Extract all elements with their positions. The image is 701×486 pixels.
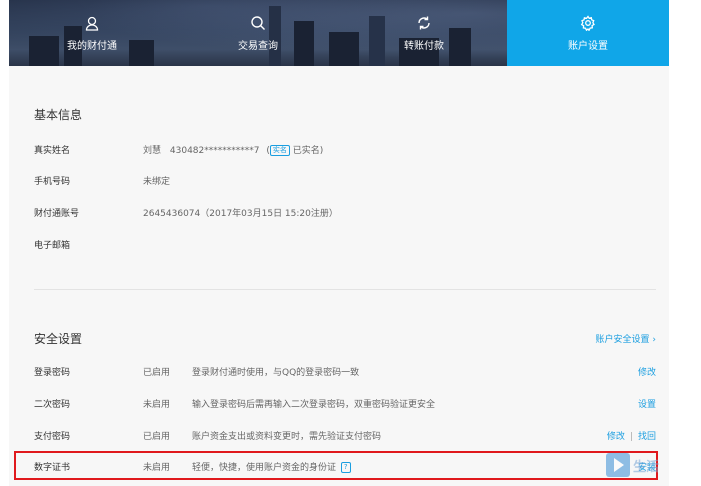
set-second-password-link[interactable]: 设置 — [638, 400, 656, 410]
security-row-label: 二次密码 — [34, 400, 71, 410]
verified-text: 已实名 — [292, 146, 320, 156]
nav-label: 交易查询 — [238, 40, 278, 52]
account-label: 财付通账号 — [34, 209, 80, 219]
op-separator: | — [629, 432, 633, 442]
status-text: 未启用 — [143, 400, 171, 410]
nav-label: 账户设置 — [568, 40, 608, 52]
login-password-row: 登录密码 已启用 登录财付通时使用，与QQ的登录密码一致 修改 — [34, 365, 656, 385]
security-row-label: 支付密码 — [34, 432, 71, 442]
status-text: 已启用 — [143, 432, 171, 442]
account-settings-page: 基本信息 真实姓名 刘慧 430482***********7 (实名 已实名)… — [9, 66, 669, 486]
email-row: 电子邮箱 — [34, 238, 656, 258]
nav-transaction-query[interactable]: 交易查询 — [175, 0, 341, 66]
highlight-box — [14, 451, 658, 480]
user-icon — [85, 16, 99, 31]
security-row-desc: 账户资金支出或资料变更时，需先验证支付密码 — [192, 432, 382, 442]
account-security-settings-link[interactable]: 账户安全设置 › — [596, 332, 656, 345]
phone-label: 手机号码 — [34, 177, 71, 187]
real-name-label: 真实姓名 — [34, 146, 71, 156]
real-name-row: 真实姓名 刘慧 430482***********7 (实名 已实名) — [34, 143, 656, 163]
nav-my-tenpay[interactable]: 我的财付通 — [9, 0, 175, 66]
watermark-text: 生活 — [633, 459, 660, 475]
payment-password-row: 支付密码 已启用 账户资金支出或资料变更时，需先验证支付密码 修改 | 找回 — [34, 429, 656, 449]
top-navigation: 我的财付通 交易查询 转账付款 账户设置 — [9, 0, 669, 66]
refresh-icon — [418, 16, 430, 29]
real-name-value: 刘慧 — [143, 146, 162, 156]
watermark-logo: 生活 — [606, 453, 659, 477]
account-row: 财付通账号 2645436074（2017年03月15日 15:20注册） — [34, 206, 656, 226]
recover-payment-password-link[interactable]: 找回 — [638, 432, 656, 442]
gear-icon — [580, 14, 595, 31]
nav-transfer-payment[interactable]: 转账付款 — [341, 0, 507, 66]
security-settings-title: 安全设置 — [34, 332, 83, 346]
status-text: 已启用 — [143, 368, 171, 378]
security-row-label: 登录密码 — [34, 368, 71, 378]
play-icon — [606, 453, 630, 477]
phone-row: 手机号码 未绑定 — [34, 174, 656, 194]
basic-info-title: 基本信息 — [34, 108, 83, 122]
security-row-desc: 输入登录密码后需再输入二次登录密码，双重密码验证更安全 — [192, 400, 436, 410]
bind-phone-link[interactable]: 未绑定 — [143, 174, 170, 187]
security-row-desc: 登录财付通时使用，与QQ的登录密码一致 — [192, 368, 360, 378]
verified-badge: 实名 — [269, 145, 290, 156]
search-icon — [251, 15, 265, 30]
id-number: 430482***********7 — [169, 146, 260, 156]
nav-label: 我的财付通 — [67, 40, 117, 52]
modify-login-password-link[interactable]: 修改 — [638, 368, 656, 378]
account-value: 2645436074（2017年03月15日 15:20注册） — [143, 209, 338, 219]
nav-account-settings[interactable]: 账户设置 — [507, 0, 669, 66]
nav-label: 转账付款 — [404, 40, 444, 52]
modify-payment-password-link[interactable]: 修改 — [607, 432, 625, 442]
second-password-row: 二次密码 未启用 输入登录密码后需再输入二次登录密码，双重密码验证更安全 设置 — [34, 397, 656, 417]
section-divider — [34, 289, 656, 290]
email-label: 电子邮箱 — [34, 241, 71, 251]
